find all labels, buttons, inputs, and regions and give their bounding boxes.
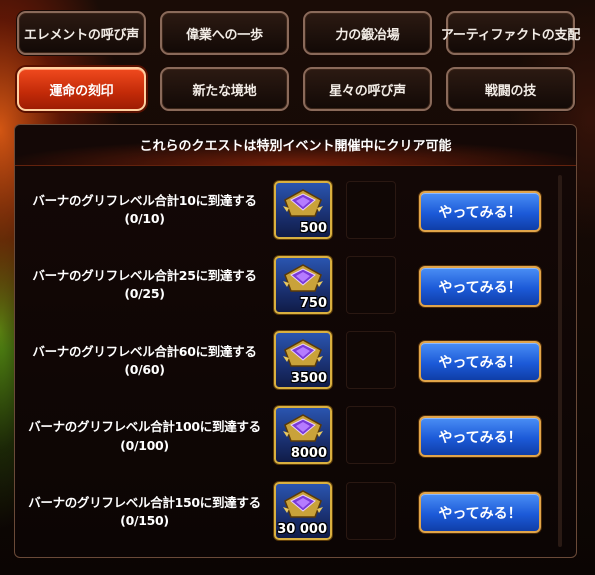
reward-item[interactable]: 750 bbox=[274, 256, 332, 314]
quest-title: バーナのグリフレベル合計60に到達する bbox=[32, 344, 257, 359]
tab-label: 力の鍛冶場 bbox=[335, 27, 400, 43]
scrollbar[interactable] bbox=[558, 175, 562, 547]
try-it-button[interactable]: やってみる！ bbox=[419, 341, 541, 382]
reward-item[interactable]: 3500 bbox=[274, 331, 332, 389]
reward-amount: 30 000 bbox=[277, 522, 327, 537]
quest-progress: (0/10) bbox=[124, 211, 165, 226]
glyph-chest-icon bbox=[283, 264, 323, 292]
quest-title: バーナのグリフレベル合計100に到達する bbox=[28, 419, 261, 434]
empty-reward-slot bbox=[346, 331, 396, 389]
tab-forge[interactable]: 力の鍛冶場 bbox=[303, 11, 432, 55]
glyph-chest-icon bbox=[283, 339, 323, 367]
try-it-button[interactable]: やってみる！ bbox=[419, 492, 541, 533]
tab-artifact-mastery[interactable]: アーティファクトの支配 bbox=[441, 11, 580, 55]
tab-new-frontier[interactable]: 新たな境地 bbox=[160, 67, 289, 111]
reward-item[interactable]: 30 000 bbox=[274, 482, 332, 540]
quest-progress: (0/150) bbox=[120, 513, 169, 528]
tab-element-call[interactable]: エレメントの呼び声 bbox=[17, 11, 146, 55]
tab-destiny-mark[interactable]: 運命の刻印 bbox=[17, 67, 146, 111]
tab-label: 偉業への一歩 bbox=[186, 27, 263, 43]
tab-label: 新たな境地 bbox=[192, 83, 257, 99]
reward-amount: 500 bbox=[299, 221, 327, 236]
glyph-chest-icon bbox=[283, 490, 323, 518]
quest-progress: (0/25) bbox=[124, 286, 165, 301]
glyph-chest-icon bbox=[283, 414, 323, 442]
quest-progress: (0/60) bbox=[124, 362, 165, 377]
reward-item[interactable]: 8000 bbox=[274, 406, 332, 464]
panel-header: これらのクエストは特別イベント開催中にクリア可能 bbox=[15, 125, 576, 166]
reward-amount: 3500 bbox=[290, 371, 327, 386]
tab-label: エレメントの呼び声 bbox=[23, 27, 140, 43]
glyph-chest-icon bbox=[283, 189, 323, 217]
tab-label: 運命の刻印 bbox=[49, 83, 114, 99]
try-it-button[interactable]: やってみる！ bbox=[419, 416, 541, 457]
panel-title: これらのクエストは特別イベント開催中にクリア可能 bbox=[139, 139, 452, 154]
empty-reward-slot bbox=[346, 256, 396, 314]
reward-amount: 8000 bbox=[290, 446, 327, 461]
quest-progress: (0/100) bbox=[120, 438, 169, 453]
tab-label: 星々の呼び声 bbox=[329, 83, 406, 99]
tab-label: アーティファクトの支配 bbox=[440, 27, 581, 43]
empty-reward-slot bbox=[346, 181, 396, 239]
tab-star-call[interactable]: 星々の呼び声 bbox=[303, 67, 432, 111]
reward-amount: 750 bbox=[299, 296, 327, 311]
empty-reward-slot bbox=[346, 482, 396, 540]
quest-title: バーナのグリフレベル合計150に到達する bbox=[28, 495, 261, 510]
quest-title: バーナのグリフレベル合計25に到達する bbox=[32, 268, 257, 283]
empty-reward-slot bbox=[346, 406, 396, 464]
tab-first-step[interactable]: 偉業への一歩 bbox=[160, 11, 289, 55]
tab-combat-skill[interactable]: 戦闘の技 bbox=[446, 67, 575, 111]
tab-label: 戦闘の技 bbox=[484, 83, 537, 99]
reward-item[interactable]: 500 bbox=[274, 181, 332, 239]
quest-title: バーナのグリフレベル合計10に到達する bbox=[32, 193, 257, 208]
try-it-button[interactable]: やってみる！ bbox=[419, 266, 541, 307]
try-it-button[interactable]: やってみる！ bbox=[419, 191, 541, 232]
